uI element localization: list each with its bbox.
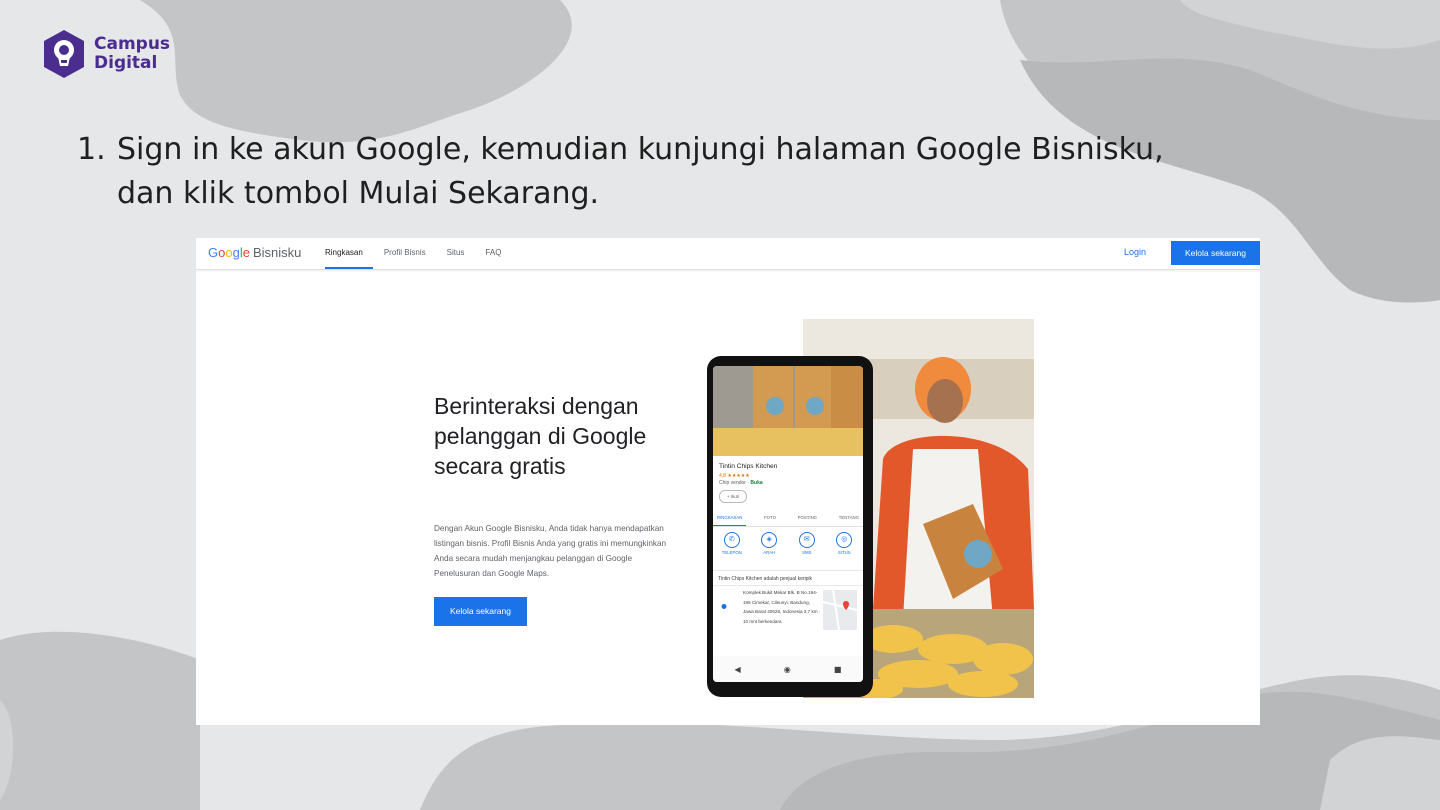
- google-bisnisku-screenshot: Google Bisnisku Ringkasan Profil Bisnis S…: [196, 238, 1260, 725]
- step-number: 1.: [77, 132, 106, 167]
- step-text: Sign in ke akun Google, kemudian kunjung…: [117, 132, 1164, 211]
- brand-letter: g: [232, 245, 240, 260]
- kelola-sekarang-top-button[interactable]: Kelola sekarang: [1171, 241, 1260, 265]
- open-status: Buka: [750, 480, 763, 486]
- back-icon[interactable]: ◀: [735, 665, 741, 674]
- hero-body-text: Dengan Akun Google Bisnisku, Anda tidak …: [434, 524, 667, 578]
- android-nav-bar: ◀ ◉ ■: [713, 656, 863, 682]
- phone-tabs: RINGKASAN FOTO POSTING TENTANG: [713, 510, 863, 527]
- recents-icon[interactable]: ■: [834, 665, 842, 674]
- logo-line-2: Digital: [94, 53, 158, 73]
- phone-action-row: ✆ TELEPON ◈ ARAH ✉ SMS ◎ SITUS: [713, 532, 863, 555]
- phone-tab-posting[interactable]: POSTING: [794, 510, 821, 526]
- sms-icon: ✉: [798, 532, 815, 548]
- mini-map[interactable]: [823, 590, 857, 630]
- phone-mockup: Tintin Chips Kitchen 4,8 ★★★★★ Chip vend…: [707, 356, 873, 697]
- phone-tab-ringkasan[interactable]: RINGKASAN: [713, 510, 747, 526]
- business-description[interactable]: Tintin Chips Kitchen adalah penjual keri…: [713, 570, 863, 586]
- location-pin-icon: [721, 604, 727, 609]
- phone-tab-foto[interactable]: FOTO: [760, 510, 780, 526]
- situs-action[interactable]: ◎ SITUS: [829, 532, 859, 555]
- phone-icon: ✆: [723, 532, 740, 548]
- brand-letter: o: [225, 245, 233, 260]
- action-label: SMS: [802, 550, 812, 555]
- business-cover-photo: [713, 366, 863, 456]
- sms-action[interactable]: ✉ SMS: [792, 532, 822, 555]
- business-category: Chip vendor · Buka: [719, 480, 763, 486]
- business-name: Tintin Chips Kitchen: [719, 463, 778, 470]
- follow-button[interactable]: + Ikuti: [719, 490, 747, 503]
- action-label: SITUS: [837, 550, 851, 555]
- action-label: TELEPON: [721, 550, 742, 555]
- category-text: Chip vendor ·: [719, 480, 750, 486]
- arah-action[interactable]: ◈ ARAH: [754, 532, 784, 555]
- brand-letter: G: [208, 245, 219, 260]
- website-icon: ◎: [836, 532, 853, 548]
- phone-tab-tentang[interactable]: TENTANG: [835, 510, 863, 526]
- brand-letter: e: [242, 245, 250, 260]
- directions-icon: ◈: [761, 532, 778, 548]
- tab-situs[interactable]: Situs: [447, 238, 475, 269]
- tab-profil-bisnis[interactable]: Profil Bisnis: [384, 238, 436, 269]
- phone-screen: Tintin Chips Kitchen 4,8 ★★★★★ Chip vend…: [713, 366, 863, 682]
- home-icon[interactable]: ◉: [784, 665, 791, 674]
- step-instruction: 1. Sign in ke akun Google, kemudian kunj…: [77, 128, 1207, 216]
- business-address: Komplek Bukit Mekar Blk. B No.194-195 Ci…: [743, 590, 821, 624]
- brand-product: Bisnisku: [252, 245, 302, 260]
- nav-tabs: Ringkasan Profil Bisnis Situs FAQ: [325, 238, 522, 269]
- kelola-sekarang-cta-button[interactable]: Kelola sekarang: [434, 597, 527, 626]
- logo-line-1: Campus: [94, 34, 171, 54]
- business-rating: 4,8 ★★★★★: [719, 473, 750, 479]
- login-link[interactable]: Login: [1124, 247, 1146, 257]
- top-navigation-bar: Google Bisnisku Ringkasan Profil Bisnis S…: [196, 238, 1260, 270]
- tab-faq[interactable]: FAQ: [485, 238, 511, 269]
- hero-headline: Berinteraksi dengan pelanggan di Google …: [434, 393, 647, 479]
- tab-ringkasan[interactable]: Ringkasan: [325, 238, 373, 269]
- google-bisnisku-brand[interactable]: Google Bisnisku: [208, 245, 301, 260]
- action-label: ARAH: [763, 550, 776, 555]
- lightbulb-shield-icon: [44, 30, 84, 78]
- campus-digital-logo: Campus Digital: [40, 28, 170, 80]
- telepon-action[interactable]: ✆ TELEPON: [717, 532, 747, 555]
